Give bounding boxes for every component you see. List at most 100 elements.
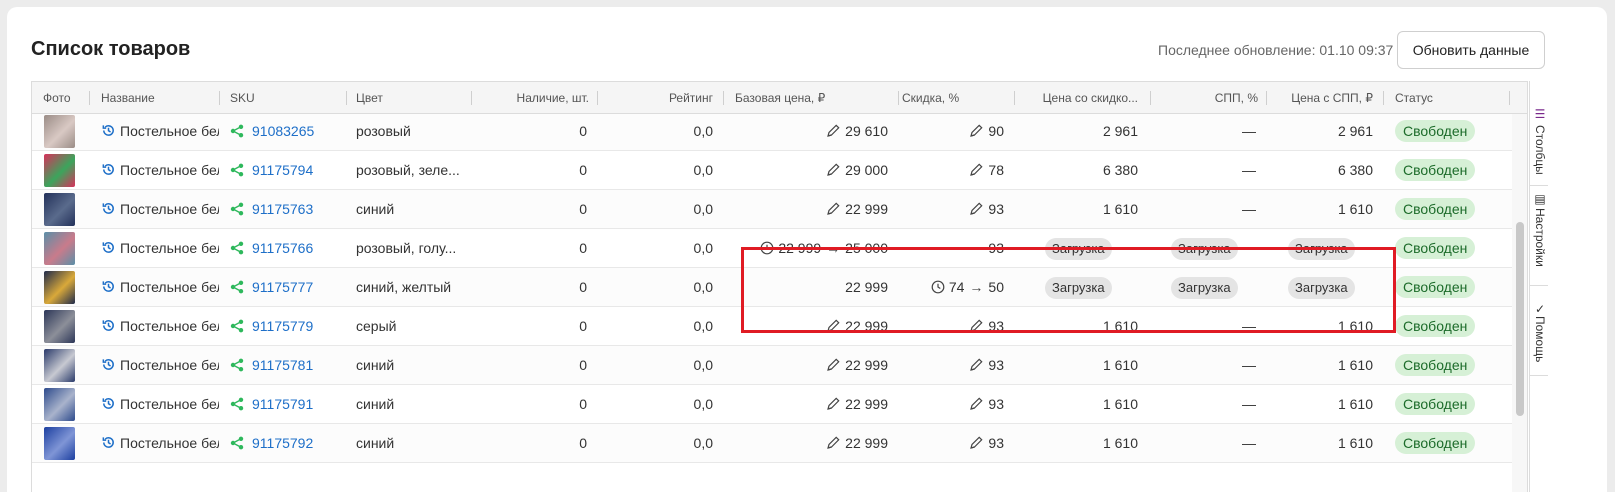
column-resize-handle[interactable] (471, 91, 472, 105)
sku-link[interactable]: 91175792 (252, 435, 313, 451)
history-icon[interactable] (101, 396, 120, 412)
history-icon[interactable] (101, 279, 120, 295)
table-row[interactable]: Постельное белье 91175766 розовый, голу...… (32, 229, 1512, 268)
sku-link[interactable]: 91175794 (252, 162, 313, 178)
column-header[interactable]: Базовая цена, ₽ (735, 82, 895, 114)
table-row[interactable]: Постельное белье 91175763 синий 0 0,0 22 999 9… (32, 190, 1512, 229)
sku-link[interactable]: 91175766 (252, 240, 313, 256)
product-photo[interactable] (44, 115, 75, 148)
discount-cell[interactable]: 90 (902, 112, 1004, 150)
share-icon[interactable] (230, 435, 252, 451)
product-photo[interactable] (44, 232, 75, 265)
column-header[interactable]: SKU (230, 82, 340, 114)
column-header[interactable]: Цвет (356, 82, 476, 114)
column-resize-handle[interactable] (723, 91, 724, 105)
column-header[interactable]: Название (101, 82, 211, 114)
sku-link[interactable]: 91175763 (252, 201, 313, 217)
tab-help[interactable]: ✓ Помощь (1530, 286, 1548, 376)
share-icon[interactable] (230, 240, 252, 256)
sku-link[interactable]: 91175777 (252, 279, 313, 295)
history-icon[interactable] (101, 240, 120, 256)
table-row[interactable]: Постельное белье 91175791 синий 0 0,0 22 999 9… (32, 385, 1512, 424)
table-row[interactable]: Постельное белье 91175777 синий, желтый 0 0,… (32, 268, 1512, 307)
edit-icon[interactable] (969, 201, 988, 217)
sku-link[interactable]: 91175781 (252, 357, 313, 373)
table-row[interactable]: Постельное белье 91083265 розовый 0 0,0 29 61… (32, 112, 1512, 151)
vertical-scrollbar[interactable] (1512, 114, 1527, 492)
product-photo[interactable] (44, 349, 75, 382)
column-resize-handle[interactable] (1383, 91, 1384, 105)
sku-link[interactable]: 91083265 (252, 123, 314, 139)
edit-icon[interactable] (969, 396, 988, 412)
history-icon[interactable] (101, 357, 120, 373)
column-header[interactable]: Цена со скидко... (1026, 82, 1138, 114)
product-photo[interactable] (44, 271, 75, 304)
base-price-cell[interactable]: 22 999 (735, 190, 888, 228)
discount-cell[interactable]: 93 (902, 307, 1004, 345)
history-icon[interactable] (101, 162, 120, 178)
column-resize-handle[interactable] (898, 91, 899, 105)
product-photo[interactable] (44, 154, 75, 187)
share-icon[interactable] (230, 162, 252, 178)
product-photo[interactable] (44, 193, 75, 226)
column-resize-handle[interactable] (1150, 91, 1151, 105)
discount-cell[interactable]: 78 (902, 151, 1004, 189)
product-photo[interactable] (44, 427, 75, 460)
edit-icon[interactable] (969, 318, 988, 334)
tab-settings[interactable]: ▤ Настройки (1530, 186, 1548, 286)
scrollbar-thumb[interactable] (1516, 222, 1524, 416)
edit-icon[interactable] (826, 357, 845, 373)
share-icon[interactable] (230, 357, 252, 373)
table-row[interactable]: Постельное белье 91175792 синий 0 0,0 22 999 9… (32, 424, 1512, 463)
sku-link[interactable]: 91175791 (252, 396, 313, 412)
base-price-cell[interactable]: 22 999 → 25 000 (735, 229, 888, 267)
edit-icon[interactable] (826, 396, 845, 412)
history-icon[interactable] (101, 201, 120, 217)
history-icon[interactable] (101, 318, 120, 334)
edit-icon[interactable] (826, 435, 845, 451)
column-header[interactable]: Скидка, % (902, 82, 1005, 114)
base-price-cell[interactable]: 22 999 (735, 385, 888, 423)
share-icon[interactable] (230, 396, 252, 412)
refresh-data-button[interactable]: Обновить данные (1397, 31, 1545, 69)
edit-icon[interactable] (969, 162, 988, 178)
column-header[interactable]: Статус (1395, 82, 1505, 114)
share-icon[interactable] (230, 201, 252, 217)
column-resize-handle[interactable] (89, 91, 90, 105)
tab-columns[interactable]: ☰ Столбцы (1530, 81, 1548, 186)
edit-icon[interactable] (969, 357, 988, 373)
sku-link[interactable]: 91175779 (252, 318, 313, 334)
column-header[interactable]: Фото (43, 82, 93, 114)
edit-icon[interactable] (826, 201, 845, 217)
edit-icon[interactable] (826, 318, 845, 334)
base-price-cell[interactable]: 29 610 (735, 112, 888, 150)
history-icon[interactable] (101, 435, 120, 451)
base-price-cell[interactable]: 22 999 (735, 346, 888, 384)
edit-icon[interactable] (969, 123, 988, 139)
edit-icon[interactable] (826, 123, 845, 139)
table-row[interactable]: Постельное белье 91175794 розовый, зеле...… (32, 151, 1512, 190)
column-header[interactable]: Рейтинг (602, 82, 713, 114)
share-icon[interactable] (230, 318, 252, 334)
discount-cell[interactable]: 74 → 50 (902, 268, 1004, 306)
column-header[interactable]: СПП, % (1162, 82, 1258, 114)
discount-cell[interactable]: 93 (902, 424, 1004, 462)
column-resize-handle[interactable] (597, 91, 598, 105)
base-price-cell[interactable]: 29 000 (735, 151, 888, 189)
column-resize-handle[interactable] (1509, 91, 1510, 105)
product-photo[interactable] (44, 310, 75, 343)
column-header[interactable]: Цена с СПП, ₽ (1278, 82, 1373, 114)
product-photo[interactable] (44, 388, 75, 421)
column-resize-handle[interactable] (219, 91, 220, 105)
column-resize-handle[interactable] (1266, 91, 1267, 105)
edit-icon[interactable] (826, 162, 845, 178)
column-header[interactable]: Наличие, шт. (482, 82, 589, 114)
discount-cell[interactable]: 93 (902, 190, 1004, 228)
history-icon[interactable] (101, 123, 120, 139)
discount-cell[interactable]: 93 (902, 346, 1004, 384)
column-resize-handle[interactable] (1014, 91, 1015, 105)
share-icon[interactable] (230, 123, 252, 139)
table-row[interactable]: Постельное белье 91175779 серый 0 0,0 22 999 9… (32, 307, 1512, 346)
discount-cell[interactable]: 93 (902, 385, 1004, 423)
column-resize-handle[interactable] (346, 91, 347, 105)
